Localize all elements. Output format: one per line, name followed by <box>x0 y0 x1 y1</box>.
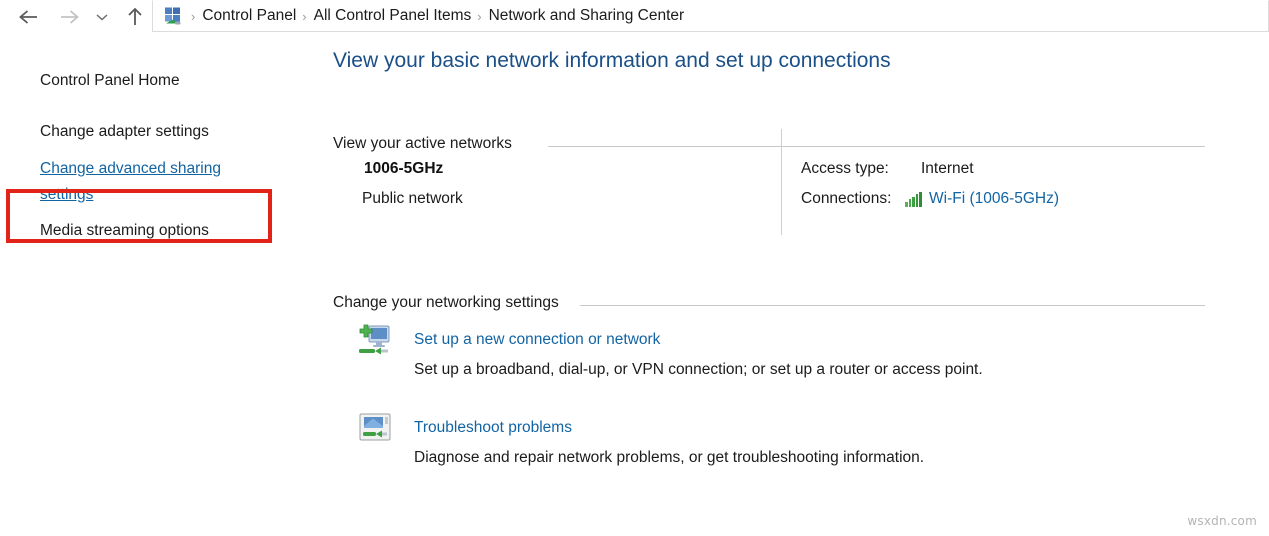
recent-locations-button[interactable] <box>90 0 114 33</box>
breadcrumb-separator: › <box>191 8 196 24</box>
navigation-buttons <box>0 0 152 33</box>
setup-new-connection-link[interactable]: Set up a new connection or network <box>414 331 660 349</box>
section-divider <box>548 146 1205 147</box>
up-arrow-icon <box>128 7 142 25</box>
annotation-highlight-box <box>6 189 272 243</box>
back-arrow-icon <box>19 9 37 24</box>
page-title: View your basic network information and … <box>333 49 891 72</box>
access-type-value: Internet <box>921 160 974 177</box>
watermark: wsxdn.com <box>1187 514 1257 528</box>
address-bar: › Control Panel › All Control Panel Item… <box>0 0 1269 33</box>
breadcrumb-separator: › <box>477 8 482 24</box>
breadcrumb-item-all-items[interactable]: All Control Panel Items <box>314 7 472 25</box>
troubleshoot-icon <box>356 411 394 447</box>
wifi-signal-bars-icon <box>905 191 923 207</box>
section-heading-active-networks: View your active networks <box>333 135 512 152</box>
back-button[interactable] <box>12 0 46 33</box>
setup-new-connection-icon <box>356 323 394 359</box>
control-panel-icon <box>163 6 183 26</box>
breadcrumb-separator: › <box>302 8 307 24</box>
chevron-down-icon <box>96 13 108 21</box>
breadcrumb[interactable]: › Control Panel › All Control Panel Item… <box>152 0 1269 32</box>
sidebar-item-control-panel-home[interactable]: Control Panel Home <box>40 68 180 94</box>
wifi-connection-link[interactable]: Wi-Fi (1006-5GHz) <box>929 190 1059 208</box>
access-type-label: Access type: <box>801 160 889 177</box>
setup-new-connection-description: Set up a broadband, dial-up, or VPN conn… <box>414 361 983 378</box>
sidebar: Control Panel Home Change adapter settin… <box>0 33 320 536</box>
section-heading-networking-settings: Change your networking settings <box>333 294 559 311</box>
active-network-type: Public network <box>362 190 463 207</box>
breadcrumb-item-control-panel[interactable]: Control Panel <box>202 7 296 25</box>
sidebar-item-change-adapter-settings[interactable]: Change adapter settings <box>40 119 209 145</box>
up-level-button[interactable] <box>118 0 152 33</box>
troubleshoot-problems-description: Diagnose and repair network problems, or… <box>414 449 925 466</box>
column-divider <box>781 129 782 235</box>
forward-arrow-icon <box>61 9 79 24</box>
breadcrumb-item-network-sharing-center[interactable]: Network and Sharing Center <box>489 7 685 25</box>
troubleshoot-problems-link[interactable]: Troubleshoot problems <box>414 419 572 437</box>
section-divider <box>580 305 1205 306</box>
connections-value: Wi-Fi (1006-5GHz) <box>905 190 1059 208</box>
active-network-name: 1006-5GHz <box>364 160 444 177</box>
content-pane: View your basic network information and … <box>320 33 1269 536</box>
forward-button[interactable] <box>52 0 86 33</box>
connections-label: Connections: <box>801 190 892 207</box>
